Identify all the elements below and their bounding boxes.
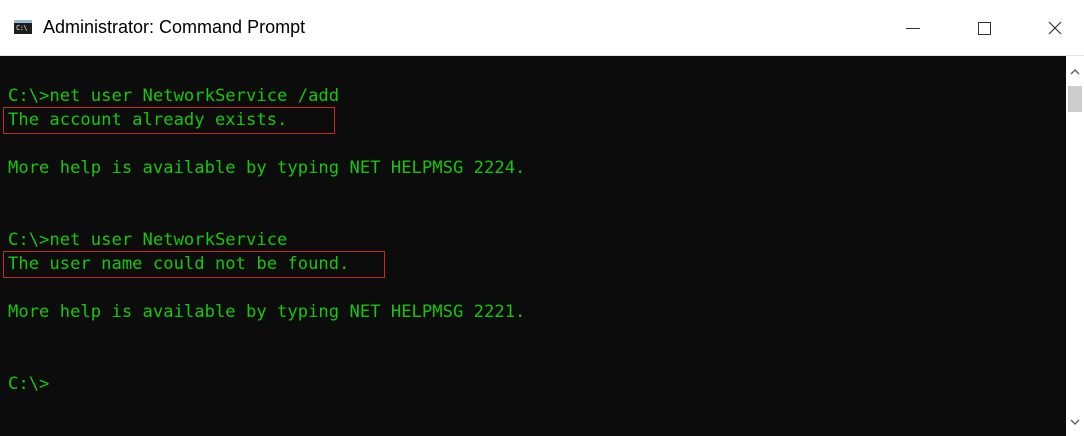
cmd-icon[interactable]: C:\ (14, 20, 32, 34)
chevron-down-icon (1070, 419, 1080, 425)
command-prompt-window: C:\ Administrator: Command Prompt C:\>ne… (0, 0, 1084, 436)
cmd-icon-glyph: C:\ (16, 24, 28, 32)
scroll-down-button[interactable] (1066, 410, 1084, 434)
console-line-highlighted: The account already exists. (8, 110, 288, 130)
minimize-icon (906, 27, 920, 29)
console-line: More help is available by typing NET HEL… (8, 158, 526, 178)
vertical-scrollbar[interactable] (1066, 56, 1084, 436)
scroll-up-button[interactable] (1066, 60, 1084, 84)
console-output[interactable]: C:\>net user NetworkService /add The acc… (0, 56, 1066, 436)
title-bar[interactable]: C:\ Administrator: Command Prompt (0, 0, 1084, 56)
console-prompt: C:\> (8, 374, 50, 394)
console-line: C:\>net user NetworkService (8, 230, 288, 250)
console-line: More help is available by typing NET HEL… (8, 302, 526, 322)
console-line-highlighted: The user name could not be found. (8, 254, 350, 274)
window-title: Administrator: Command Prompt (43, 17, 306, 37)
close-button[interactable] (1032, 0, 1078, 56)
scrollbar-thumb[interactable] (1068, 86, 1082, 112)
minimize-button[interactable] (890, 0, 936, 56)
maximize-icon (977, 21, 991, 35)
chevron-up-icon (1070, 69, 1080, 75)
close-icon (1048, 21, 1062, 35)
console-line: C:\>net user NetworkService /add (8, 86, 340, 106)
maximize-button[interactable] (961, 0, 1007, 56)
